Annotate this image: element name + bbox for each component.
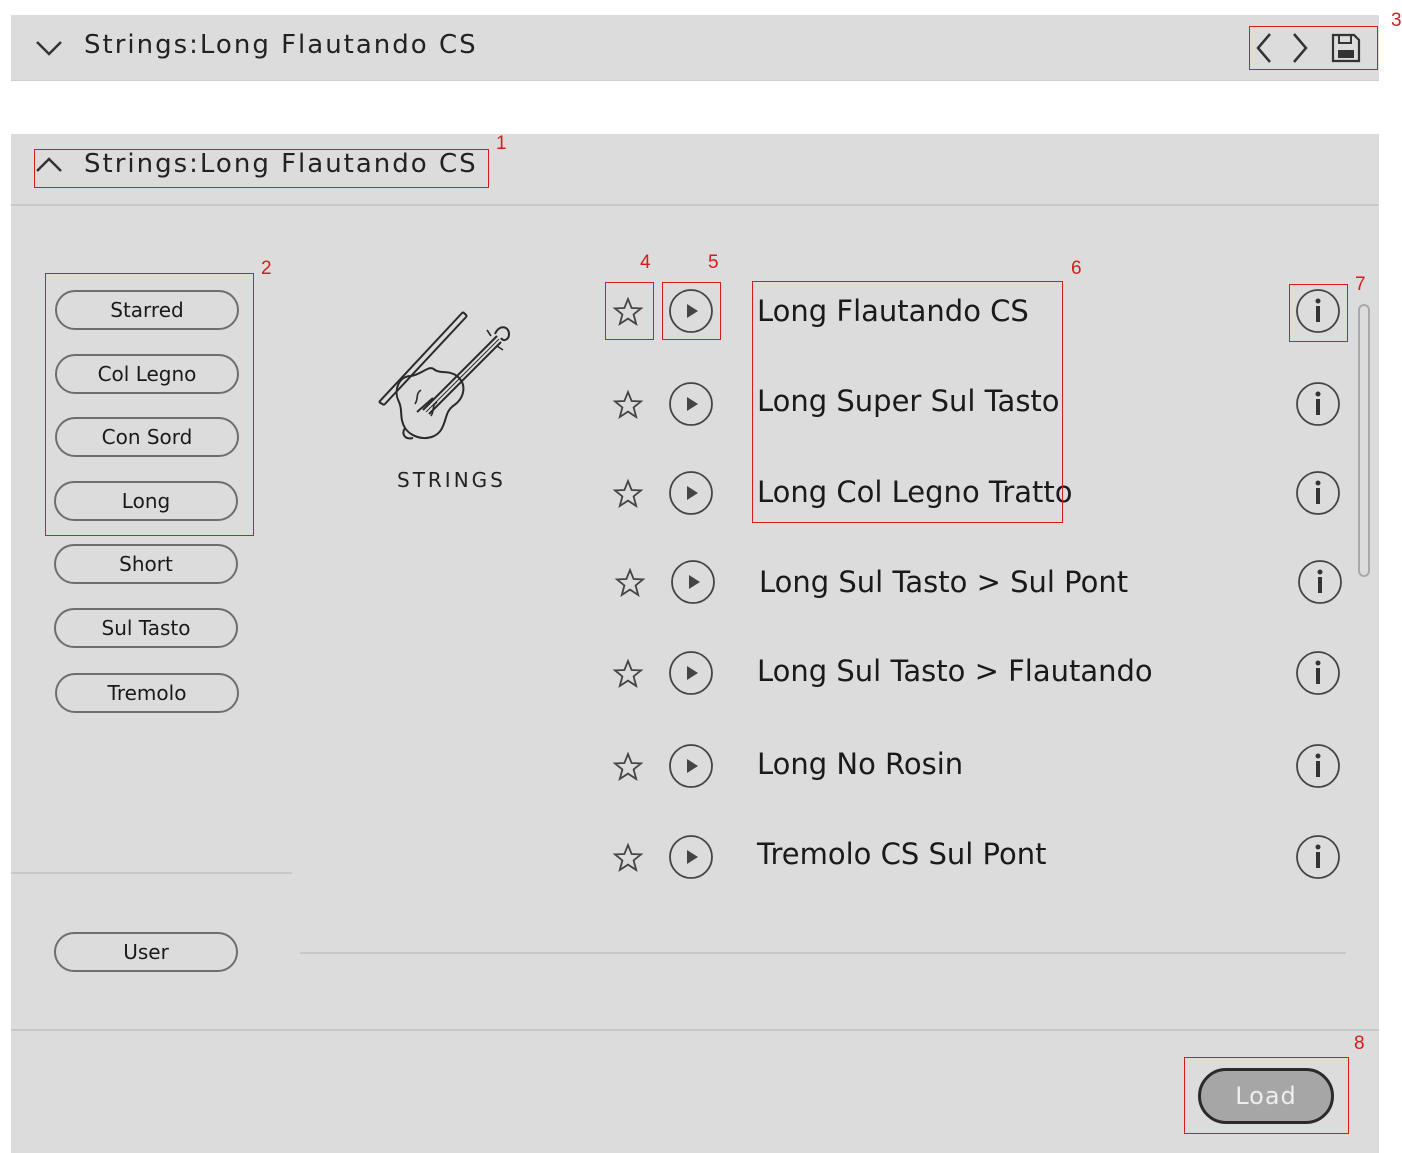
info-icon[interactable]: [1295, 470, 1341, 516]
preset-browser-panel: Strings:Long Flautando CS Starred Col Le…: [11, 134, 1379, 1153]
annotation-number: 5: [708, 252, 719, 273]
star-icon[interactable]: [614, 567, 646, 599]
annotation-number: 3: [1391, 10, 1402, 31]
star-icon[interactable]: [612, 751, 644, 783]
chevron-up-icon[interactable]: [35, 156, 63, 174]
play-icon[interactable]: [668, 743, 714, 789]
preset-row: Long Sul Tasto > Flautando: [11, 650, 1379, 710]
preset-row: Long Col Legno Tratto: [11, 470, 1379, 530]
info-icon[interactable]: [1295, 381, 1341, 427]
info-icon[interactable]: [1295, 834, 1341, 880]
annotation-number: 1: [496, 133, 507, 154]
info-icon[interactable]: [1295, 650, 1341, 696]
info-icon[interactable]: [1297, 559, 1343, 605]
star-icon[interactable]: [612, 658, 644, 690]
play-icon[interactable]: [668, 470, 714, 516]
annotation-number: 6: [1071, 258, 1082, 279]
footer-divider: [11, 1029, 1379, 1031]
chevron-right-icon[interactable]: [1290, 32, 1310, 64]
load-button[interactable]: Load: [1198, 1068, 1334, 1124]
play-icon[interactable]: [668, 288, 714, 334]
play-icon[interactable]: [668, 834, 714, 880]
preset-browser-header: Strings:Long Flautando CS: [11, 134, 1379, 206]
info-icon[interactable]: [1295, 743, 1341, 789]
preset-row: Long Super Sul Tasto: [11, 381, 1379, 441]
preset-name[interactable]: Long No Rosin: [757, 747, 963, 781]
annotation-number: 7: [1355, 274, 1366, 295]
preset-name[interactable]: Long Col Legno Tratto: [757, 475, 1073, 509]
preset-list-scrollbar[interactable]: [1358, 304, 1370, 577]
play-icon[interactable]: [668, 381, 714, 427]
info-icon[interactable]: [1295, 288, 1341, 334]
preset-name[interactable]: Tremolo CS Sul Pont: [757, 837, 1046, 871]
preset-browser-title[interactable]: Strings:Long Flautando CS: [84, 149, 478, 179]
chevron-down-icon[interactable]: [35, 39, 63, 57]
preset-name[interactable]: Long Sul Tasto > Flautando: [757, 654, 1153, 688]
save-disk-icon[interactable]: [1330, 32, 1362, 64]
preset-row: Tremolo CS Sul Pont: [11, 834, 1379, 894]
chevron-left-icon[interactable]: [1254, 32, 1274, 64]
preset-row: Long Flautando CS: [11, 288, 1379, 348]
play-icon[interactable]: [670, 559, 716, 605]
collapsed-preset-title[interactable]: Strings:Long Flautando CS: [84, 30, 478, 60]
preset-name[interactable]: Long Sul Tasto > Sul Pont: [759, 565, 1128, 599]
preset-row: Long Sul Tasto > Sul Pont: [11, 559, 1379, 619]
star-icon[interactable]: [612, 842, 644, 874]
collapsed-preset-bar: Strings:Long Flautando CS: [11, 15, 1379, 81]
star-icon[interactable]: [612, 389, 644, 421]
preset-name[interactable]: Long Super Sul Tasto: [757, 384, 1060, 418]
star-icon[interactable]: [612, 478, 644, 510]
preset-row: Long No Rosin: [11, 743, 1379, 803]
star-icon[interactable]: [612, 296, 644, 328]
filter-user[interactable]: User: [54, 932, 238, 972]
annotation-number: 2: [261, 258, 272, 279]
preset-list-divider: [300, 952, 1346, 954]
play-icon[interactable]: [668, 650, 714, 696]
annotation-number: 4: [640, 252, 651, 273]
annotation-number: 8: [1354, 1033, 1365, 1054]
preset-name[interactable]: Long Flautando CS: [757, 294, 1029, 328]
